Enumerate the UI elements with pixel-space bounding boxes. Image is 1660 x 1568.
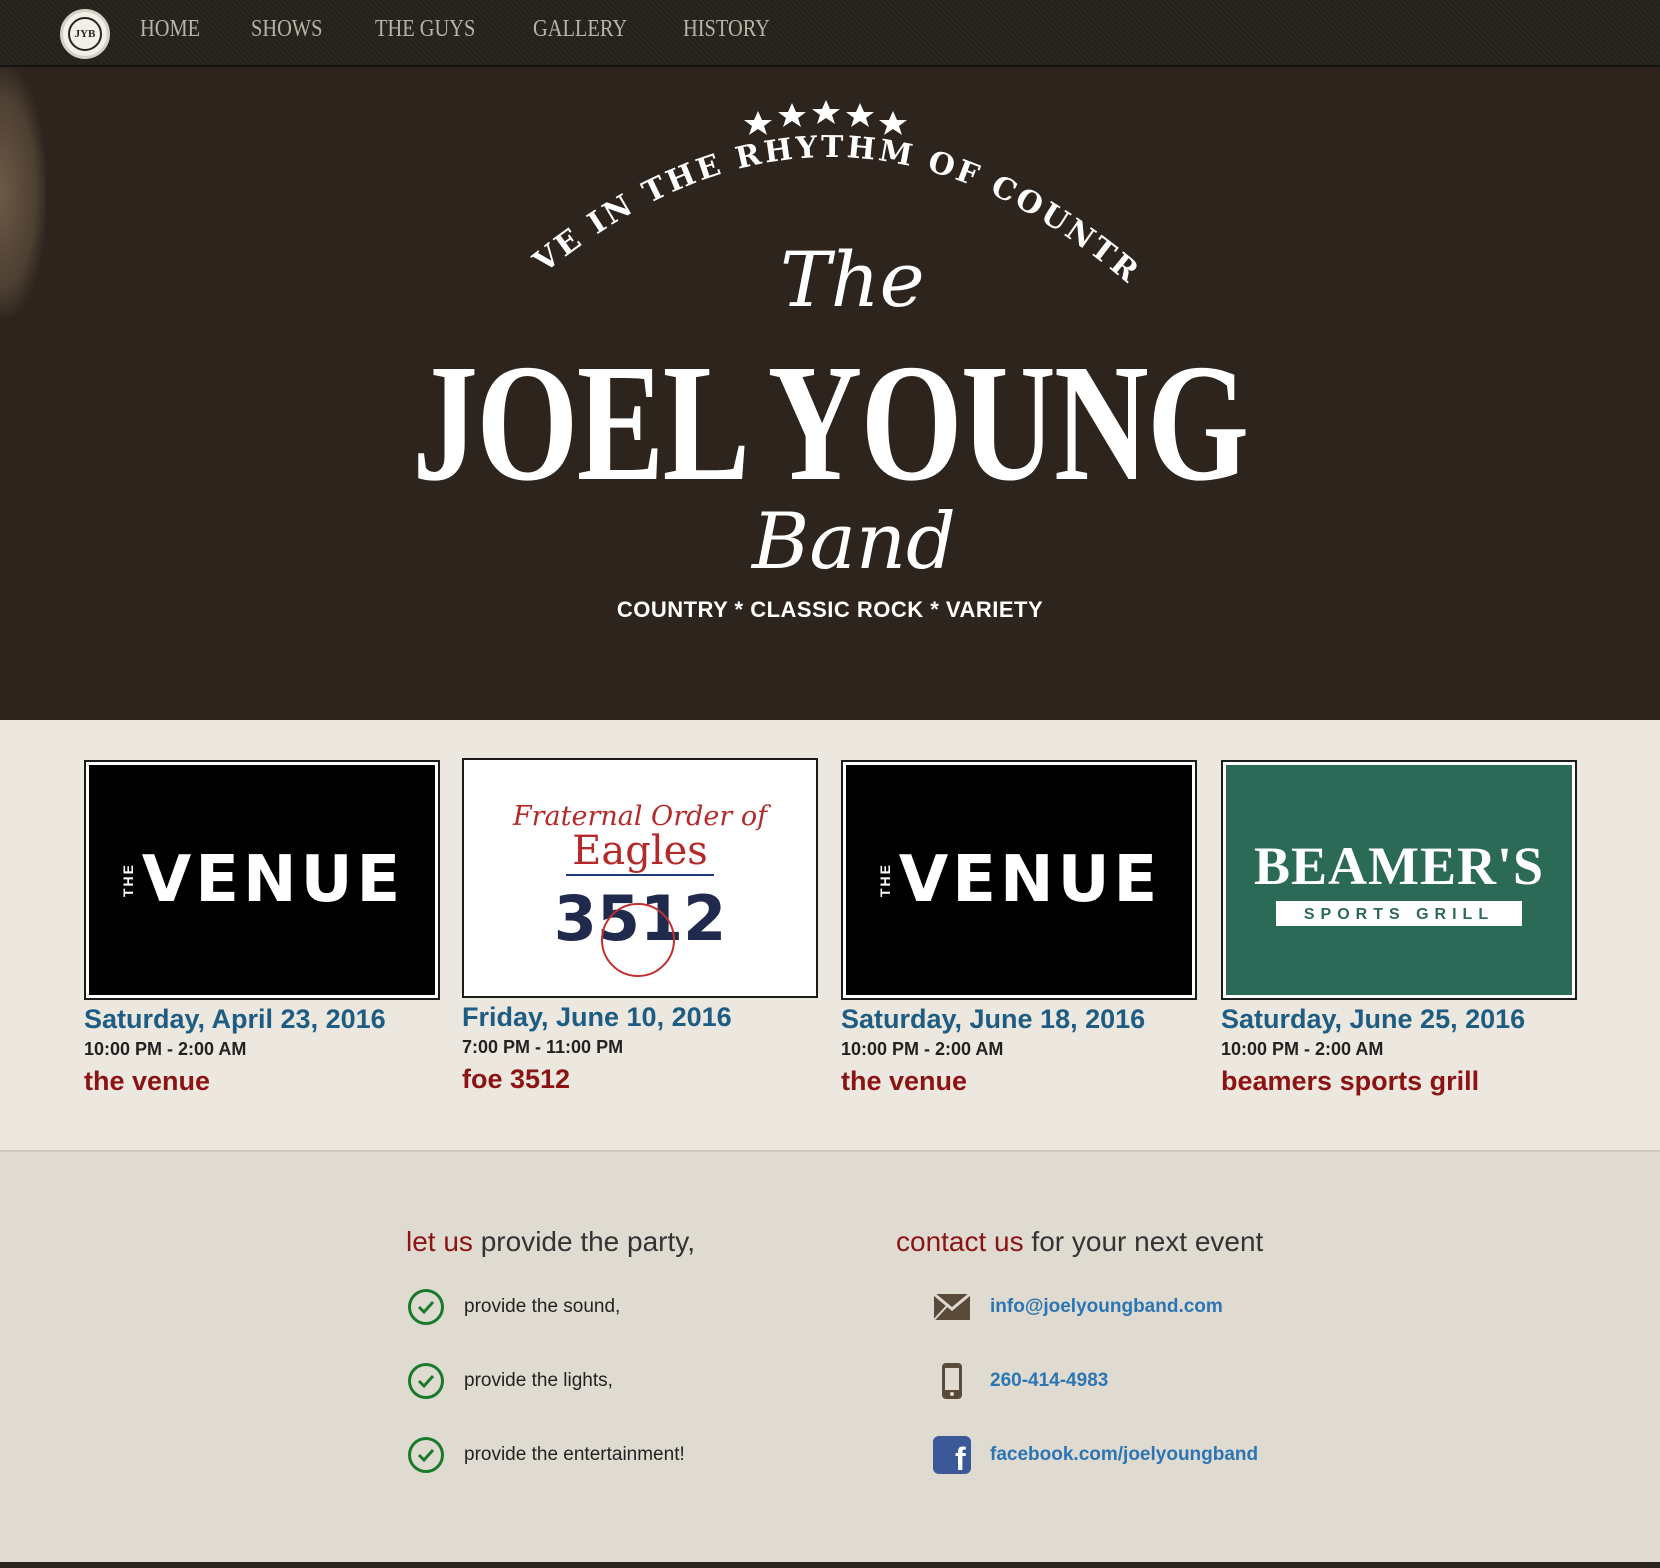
hero-the: The <box>780 235 925 324</box>
show-time: 10:00 PM - 2:00 AM <box>841 1039 1004 1059</box>
facebook-row: f facebook.com/joelyoungband <box>932 1418 1263 1492</box>
services-column: let us provide the party, provide the so… <box>406 1226 695 1492</box>
show-image-frame[interactable]: Fraternal Order of Eagles 3512 <box>462 758 818 998</box>
nav-home-link[interactable]: HOME <box>140 16 200 43</box>
show-image-frame[interactable]: THE VENUE <box>84 760 440 1000</box>
hero-tagline: COUNTRY * CLASSIC ROCK * VARIETY <box>616 597 1044 622</box>
beamers-logo-line1: BEAMER'S <box>1253 835 1545 896</box>
beamers-logo-line2: SPORTS GRILL <box>1275 900 1523 926</box>
email-link[interactable]: info@joelyoungband.com <box>990 1296 1223 1318</box>
svg-text:f: f <box>955 1441 966 1474</box>
venue-logo-word: VENUE <box>898 843 1162 917</box>
show-date: Saturday, June 18, 2016 <box>841 1004 1146 1034</box>
envelope-icon <box>932 1287 972 1327</box>
venue-logo-the: THE <box>119 863 136 897</box>
show-date: Saturday, April 23, 2016 <box>84 1004 386 1034</box>
nav-history-link[interactable]: HISTORY <box>683 16 770 43</box>
star-row <box>744 100 907 135</box>
hero-arc-text: LIVE IN THE RHYTHM OF COUNTRY <box>0 67 1146 291</box>
contact-column: contact us for your next event info@joel… <box>896 1226 1263 1492</box>
facebook-icon: f <box>932 1435 972 1475</box>
show-date: Saturday, June 25, 2016 <box>1221 1004 1526 1034</box>
show-card[interactable]: THE VENUE Saturday, June 18, 2016 10:00 … <box>841 760 1197 1097</box>
nav-shows-link[interactable]: SHOWS <box>251 16 322 43</box>
facebook-link[interactable]: facebook.com/joelyoungband <box>990 1444 1258 1466</box>
phone-row: 260-414-4983 <box>932 1344 1263 1418</box>
phone-icon <box>932 1361 972 1401</box>
show-image-frame[interactable]: BEAMER'S SPORTS GRILL <box>1221 760 1577 1000</box>
service-item: provide the lights, <box>406 1344 695 1418</box>
checkmark-icon <box>408 1289 444 1325</box>
top-navbar: JYB HOME SHOWS THE GUYS GALLERY HISTORY <box>0 0 1660 67</box>
nav-gallery-link[interactable]: GALLERY <box>533 16 627 43</box>
show-place[interactable]: foe 3512 <box>462 1064 818 1095</box>
services-heading: let us provide the party, <box>406 1226 695 1257</box>
show-card[interactable]: Fraternal Order of Eagles 3512 Friday, J… <box>462 758 818 1095</box>
nav-the-guys-link[interactable]: THE GUYS <box>375 16 475 43</box>
service-item: provide the sound, <box>406 1270 695 1344</box>
show-card[interactable]: BEAMER'S SPORTS GRILL Saturday, June 25,… <box>1221 760 1577 1097</box>
hero-banner: LIVE IN THE RHYTHM OF COUNTRY The JOEL Y… <box>0 67 1660 788</box>
phone-link[interactable]: 260-414-4983 <box>990 1370 1108 1392</box>
star-icon <box>744 111 772 135</box>
show-card[interactable]: THE VENUE Saturday, April 23, 2016 10:00… <box>84 760 440 1097</box>
hero-band-word: Band <box>752 497 956 587</box>
show-date: Friday, June 10, 2016 <box>462 1002 732 1032</box>
show-place[interactable]: beamers sports grill <box>1221 1066 1577 1097</box>
show-image-frame[interactable]: THE VENUE <box>841 760 1197 1000</box>
checkmark-icon <box>408 1437 444 1473</box>
upcoming-shows: THE VENUE Saturday, April 23, 2016 10:00… <box>0 720 1660 1152</box>
nav-links: HOME SHOWS THE GUYS GALLERY HISTORY <box>140 16 786 43</box>
checkmark-icon <box>408 1363 444 1399</box>
show-place[interactable]: the venue <box>841 1066 1197 1097</box>
venue-logo-word: VENUE <box>141 843 405 917</box>
email-row: info@joelyoungband.com <box>932 1270 1263 1344</box>
eagles-logo-ring <box>601 903 675 977</box>
service-item: provide the entertainment! <box>406 1418 695 1492</box>
show-time: 10:00 PM - 2:00 AM <box>84 1039 247 1059</box>
beamers-logo: BEAMER'S SPORTS GRILL <box>1226 765 1572 995</box>
star-icon <box>846 103 874 127</box>
eagles-logo: Fraternal Order of Eagles 3512 <box>467 763 813 993</box>
footer-strip <box>0 1562 1660 1568</box>
contact-section: let us provide the party, provide the so… <box>0 1152 1660 1562</box>
star-icon <box>879 111 907 135</box>
venue-logo-the: THE <box>876 863 893 897</box>
show-time: 7:00 PM - 11:00 PM <box>462 1037 624 1057</box>
hero-band-name: JOEL YOUNG <box>412 330 1249 516</box>
band-logo[interactable]: JYB <box>60 9 110 59</box>
show-time: 10:00 PM - 2:00 AM <box>1221 1039 1384 1059</box>
venue-logo: THE VENUE <box>846 765 1192 995</box>
show-place[interactable]: the venue <box>84 1066 440 1097</box>
eagles-logo-line2: Eagles <box>566 828 714 876</box>
logo-monogram: JYB <box>68 17 102 51</box>
star-icon <box>812 100 840 124</box>
star-icon <box>778 103 806 127</box>
contact-heading: contact us for your next event <box>896 1226 1264 1257</box>
venue-logo: THE VENUE <box>89 765 435 995</box>
